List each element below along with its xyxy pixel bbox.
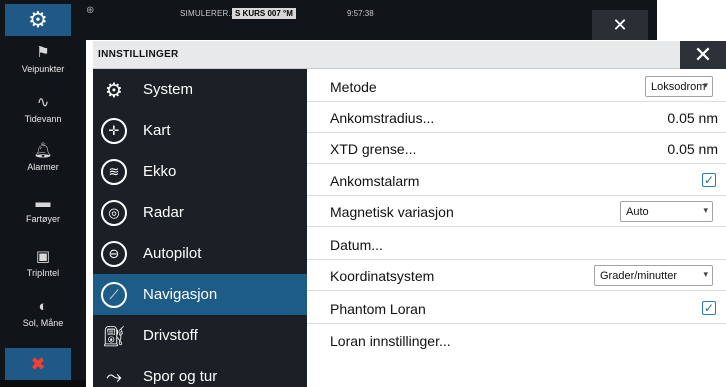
menu-item-autopilot[interactable]: ⊖ Autopilot bbox=[93, 233, 307, 274]
top-close-button[interactable]: ✕ bbox=[592, 10, 648, 40]
gear-icon: ⚙ bbox=[28, 7, 48, 32]
magnetisk-variasjon-dropdown[interactable]: Auto ▾ bbox=[620, 201, 713, 222]
settings-menu: ⚙ System ✛ Kart ≋ Ekko ◎ Radar ⊖ Autopil… bbox=[93, 69, 307, 387]
setting-value: 0.05 nm bbox=[667, 110, 718, 126]
setting-label: Ankomstalarm bbox=[330, 173, 420, 189]
menu-item-label: Ekko bbox=[143, 163, 177, 180]
setting-label: Ankomstradius... bbox=[330, 110, 435, 126]
setting-row-loran-innstillinger[interactable]: Loran innstillinger... bbox=[307, 325, 726, 356]
setting-label: Phantom Loran bbox=[330, 301, 426, 317]
tools-button[interactable]: ✖ bbox=[5, 348, 71, 380]
sidebar-item-label: Veipunkter bbox=[21, 64, 65, 74]
sidebar-item-tidevann[interactable]: ∿ Tidevann bbox=[0, 92, 86, 142]
menu-item-label: Spor og tur bbox=[143, 368, 218, 385]
navigation-compass-icon: ⟋ bbox=[101, 282, 127, 308]
setting-row-xtd-grense[interactable]: XTD grense... 0.05 nm bbox=[307, 133, 726, 164]
simulation-status: SIMULERER... bbox=[180, 9, 236, 18]
setting-label: Datum... bbox=[330, 237, 383, 253]
sidebar-item-tripintel[interactable]: ▣ TripIntel bbox=[0, 246, 86, 296]
dropdown-value: Loksodrom bbox=[651, 81, 706, 93]
top-status-bar: ⚙ ⊕ SIMULERER... S KURS 007 °M 9:57:38 ✕ bbox=[0, 0, 657, 40]
setting-row-magnetisk-variasjon: Magnetisk variasjon Auto ▾ bbox=[307, 196, 726, 227]
sidebar-item-label: TripIntel bbox=[26, 268, 60, 278]
fuel-pump-icon: ⛽︎ bbox=[101, 325, 127, 348]
chevron-down-icon: ▾ bbox=[703, 205, 708, 215]
sidebar-item-sol-mane[interactable]: ◐ Sol, Måne bbox=[0, 296, 86, 346]
clock: 9:57:38 bbox=[347, 9, 374, 18]
menu-item-navigasjon[interactable]: ⟋ Navigasjon bbox=[93, 274, 307, 315]
dropdown-value: Auto bbox=[626, 206, 649, 218]
setting-row-datum[interactable]: Datum... bbox=[307, 229, 726, 260]
setting-label: Metode bbox=[330, 79, 377, 95]
gear-icon: ⚙ bbox=[105, 79, 123, 102]
close-icon: ✕ bbox=[693, 42, 713, 67]
steering-wheel-icon: ⊖ bbox=[101, 241, 127, 267]
setting-label: XTD grense... bbox=[330, 141, 417, 157]
home-button[interactable]: ⚙ bbox=[5, 4, 71, 36]
sidebar-item-fartoyer[interactable]: ▬ Fartøyer bbox=[0, 192, 86, 242]
course-badge: S KURS 007 °M bbox=[232, 8, 296, 19]
flag-icon: ⚑ bbox=[36, 44, 50, 61]
menu-item-kart[interactable]: ✛ Kart bbox=[93, 110, 307, 151]
tide-wave-icon: ∿ bbox=[36, 94, 50, 111]
sidebar-item-alarmer[interactable]: 🔔︎ Alarmer bbox=[0, 140, 86, 190]
tripintel-icon: ▣ bbox=[35, 248, 51, 265]
sidebar-item-label: Fartøyer bbox=[25, 214, 60, 224]
menu-item-drivstoff[interactable]: ⛽︎ Drivstoff bbox=[93, 315, 307, 356]
navigation-settings-panel: Metode Loksodrom ▾ Ankomstradius... 0.05… bbox=[307, 69, 726, 387]
metode-dropdown[interactable]: Loksodrom ▾ bbox=[645, 76, 713, 97]
koordinatsystem-dropdown[interactable]: Grader/minutter ▾ bbox=[594, 265, 713, 286]
sidebar-item-label: Sol, Måne bbox=[22, 318, 64, 328]
menu-item-spor-og-tur[interactable]: ⤳ Spor og tur bbox=[93, 356, 307, 387]
sun-moon-icon: ◐ bbox=[38, 298, 48, 315]
setting-row-phantom-loran: Phantom Loran ✓ bbox=[307, 293, 726, 324]
menu-item-system[interactable]: ⚙ System bbox=[93, 69, 307, 110]
menu-item-label: Drivstoff bbox=[143, 327, 198, 344]
dialog-close-button[interactable]: ✕ bbox=[680, 41, 726, 69]
dialog-header: INNSTILLINGER ✕ bbox=[93, 41, 726, 69]
sidebar: ⚑ Veipunkter ∿ Tidevann 🔔︎ Alarmer ▬ Far… bbox=[0, 40, 86, 387]
vessel-icon: ▬ bbox=[35, 194, 51, 211]
sonar-icon: ≋ bbox=[101, 159, 127, 185]
menu-item-label: Navigasjon bbox=[143, 286, 218, 303]
radar-icon: ◎ bbox=[101, 200, 127, 226]
setting-row-koordinatsystem: Koordinatsystem Grader/minutter ▾ bbox=[307, 260, 726, 291]
close-icon: ✕ bbox=[612, 14, 628, 35]
chart-compass-icon: ✛ bbox=[101, 118, 127, 144]
setting-row-metode: Metode Loksodrom ▾ bbox=[307, 71, 726, 102]
phantom-loran-checkbox[interactable]: ✓ bbox=[702, 301, 716, 315]
sidebar-item-label: Tidevann bbox=[24, 114, 62, 124]
menu-item-label: Autopilot bbox=[143, 245, 202, 262]
dropdown-value: Grader/minutter bbox=[600, 270, 678, 282]
menu-item-label: System bbox=[143, 81, 194, 98]
tools-icon: ✖ bbox=[30, 353, 46, 374]
chevron-down-icon: ▾ bbox=[703, 80, 708, 90]
menu-item-label: Kart bbox=[143, 122, 171, 139]
settings-dialog: INNSTILLINGER ✕ ⚙ System ✛ Kart ≋ Ekko ◎… bbox=[93, 41, 726, 387]
setting-label: Loran innstillinger... bbox=[330, 333, 451, 349]
sidebar-item-label: Alarmer bbox=[27, 162, 59, 172]
track-icon: ⤳ bbox=[106, 365, 122, 387]
bell-icon: 🔔︎ bbox=[33, 142, 53, 159]
setting-label: Koordinatsystem bbox=[330, 268, 435, 284]
menu-item-label: Radar bbox=[143, 204, 184, 221]
chevron-down-icon: ▾ bbox=[703, 269, 708, 279]
globe-icon: ⊕ bbox=[86, 5, 95, 16]
setting-label: Magnetisk variasjon bbox=[330, 204, 454, 220]
setting-row-ankomstradius[interactable]: Ankomstradius... 0.05 nm bbox=[307, 102, 726, 133]
sidebar-footer bbox=[0, 380, 86, 387]
menu-item-radar[interactable]: ◎ Radar bbox=[93, 192, 307, 233]
menu-item-ekko[interactable]: ≋ Ekko bbox=[93, 151, 307, 192]
dialog-title: INNSTILLINGER bbox=[98, 49, 179, 60]
ankomstalarm-checkbox[interactable]: ✓ bbox=[702, 173, 716, 187]
sidebar-item-veipunkter[interactable]: ⚑ Veipunkter bbox=[0, 42, 86, 92]
setting-row-ankomstalarm: Ankomstalarm ✓ bbox=[307, 165, 726, 196]
setting-value: 0.05 nm bbox=[667, 141, 718, 157]
